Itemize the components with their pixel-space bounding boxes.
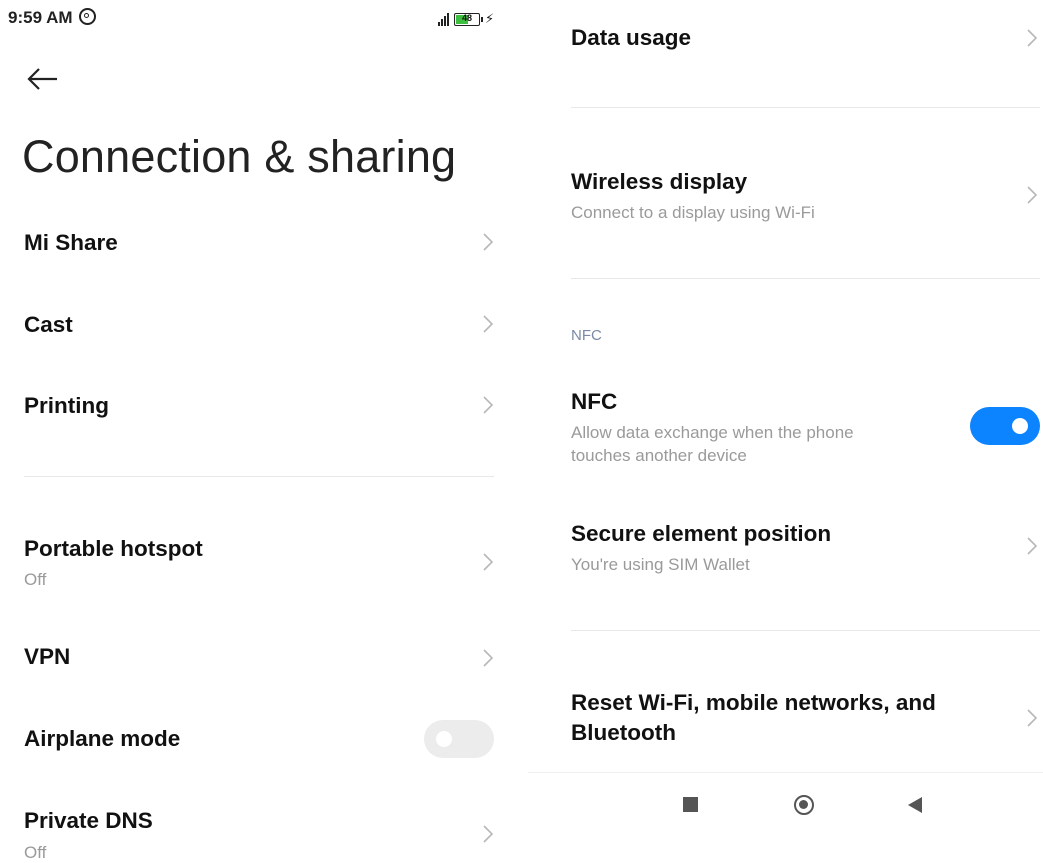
battery-level: 48 [461, 12, 472, 23]
back-triangle-icon[interactable] [908, 797, 922, 813]
list-item-title: Mi Share [24, 230, 118, 255]
divider [24, 476, 494, 477]
list-item-cast[interactable]: Cast [0, 298, 520, 354]
chevron-right-icon [1027, 186, 1038, 204]
list-item-title: Private DNS [24, 808, 153, 833]
chevron-right-icon [483, 396, 494, 414]
airplane-mode-toggle[interactable] [424, 720, 494, 758]
focus-mode-icon [78, 8, 96, 25]
chevron-right-icon [1027, 29, 1038, 47]
charging-icon: ⚡ [485, 11, 495, 26]
back-arrow-icon[interactable] [26, 62, 60, 96]
list-item-title: Airplane mode [24, 726, 181, 751]
list-item-title: Reset Wi-Fi, mobile networks, and [571, 690, 936, 715]
list-item-title: NFC [571, 389, 618, 414]
divider [571, 107, 1040, 108]
divider [571, 630, 1040, 631]
chevron-right-icon [483, 233, 494, 251]
list-item-airplane-mode: Airplane mode [0, 714, 520, 770]
list-item-subtitle: Connect to a display using Wi-Fi [571, 203, 815, 222]
chevron-right-icon [1027, 537, 1038, 555]
nav-bar-divider [528, 772, 1043, 773]
list-item-portable-hotspot[interactable]: Portable hotspot Off [0, 530, 520, 594]
list-item-title: Portable hotspot [24, 536, 203, 561]
chevron-right-icon [483, 649, 494, 667]
list-item-title: Secure element position [571, 521, 832, 546]
list-item-printing[interactable]: Printing [0, 379, 520, 435]
list-item-title: Data usage [571, 25, 692, 50]
list-item-subtitle: Off [24, 843, 47, 862]
section-label-nfc: NFC [571, 327, 602, 344]
page-title: Connection & sharing [22, 131, 457, 182]
list-item-secure-element-position[interactable]: Secure element position You're using SIM… [546, 516, 1043, 580]
list-item-reset-network[interactable]: Reset Wi-Fi, mobile networks, and Blueto… [546, 686, 1043, 752]
chevron-right-icon [1027, 709, 1038, 727]
home-circle-icon[interactable] [794, 795, 814, 815]
status-icons: 48 ⚡ [438, 11, 494, 27]
list-item-private-dns[interactable]: Private DNS Off [0, 800, 520, 862]
list-item-subtitle: Off [24, 570, 47, 589]
status-time-text: 9:59 AM [8, 8, 73, 27]
list-item-title: Wireless display [571, 169, 748, 194]
list-item-vpn[interactable]: VPN [0, 632, 520, 688]
list-item-data-usage[interactable]: Data usage [546, 14, 1043, 64]
list-item-nfc: NFC Allow data exchange when the phone t… [546, 384, 1043, 468]
battery-icon: 48 [454, 12, 483, 26]
list-item-title: Printing [24, 393, 109, 418]
chevron-right-icon [483, 825, 494, 843]
list-item-wireless-display[interactable]: Wireless display Connect to a display us… [546, 164, 1043, 228]
list-item-mi-share[interactable]: Mi Share [0, 216, 520, 272]
list-item-subtitle: Allow data exchange when the phone [571, 423, 854, 442]
recents-square-icon[interactable] [683, 797, 698, 812]
status-time: 9:59 AM [8, 8, 96, 28]
list-item-subtitle: You're using SIM Wallet [571, 555, 750, 574]
list-item-title: Cast [24, 312, 73, 337]
list-item-title: Bluetooth [571, 720, 676, 745]
list-item-subtitle: touches another device [571, 446, 747, 465]
chevron-right-icon [483, 315, 494, 333]
chevron-right-icon [483, 553, 494, 571]
nfc-toggle[interactable] [970, 407, 1040, 445]
list-item-title: VPN [24, 644, 71, 669]
divider [571, 278, 1040, 279]
signal-icon [438, 12, 449, 26]
